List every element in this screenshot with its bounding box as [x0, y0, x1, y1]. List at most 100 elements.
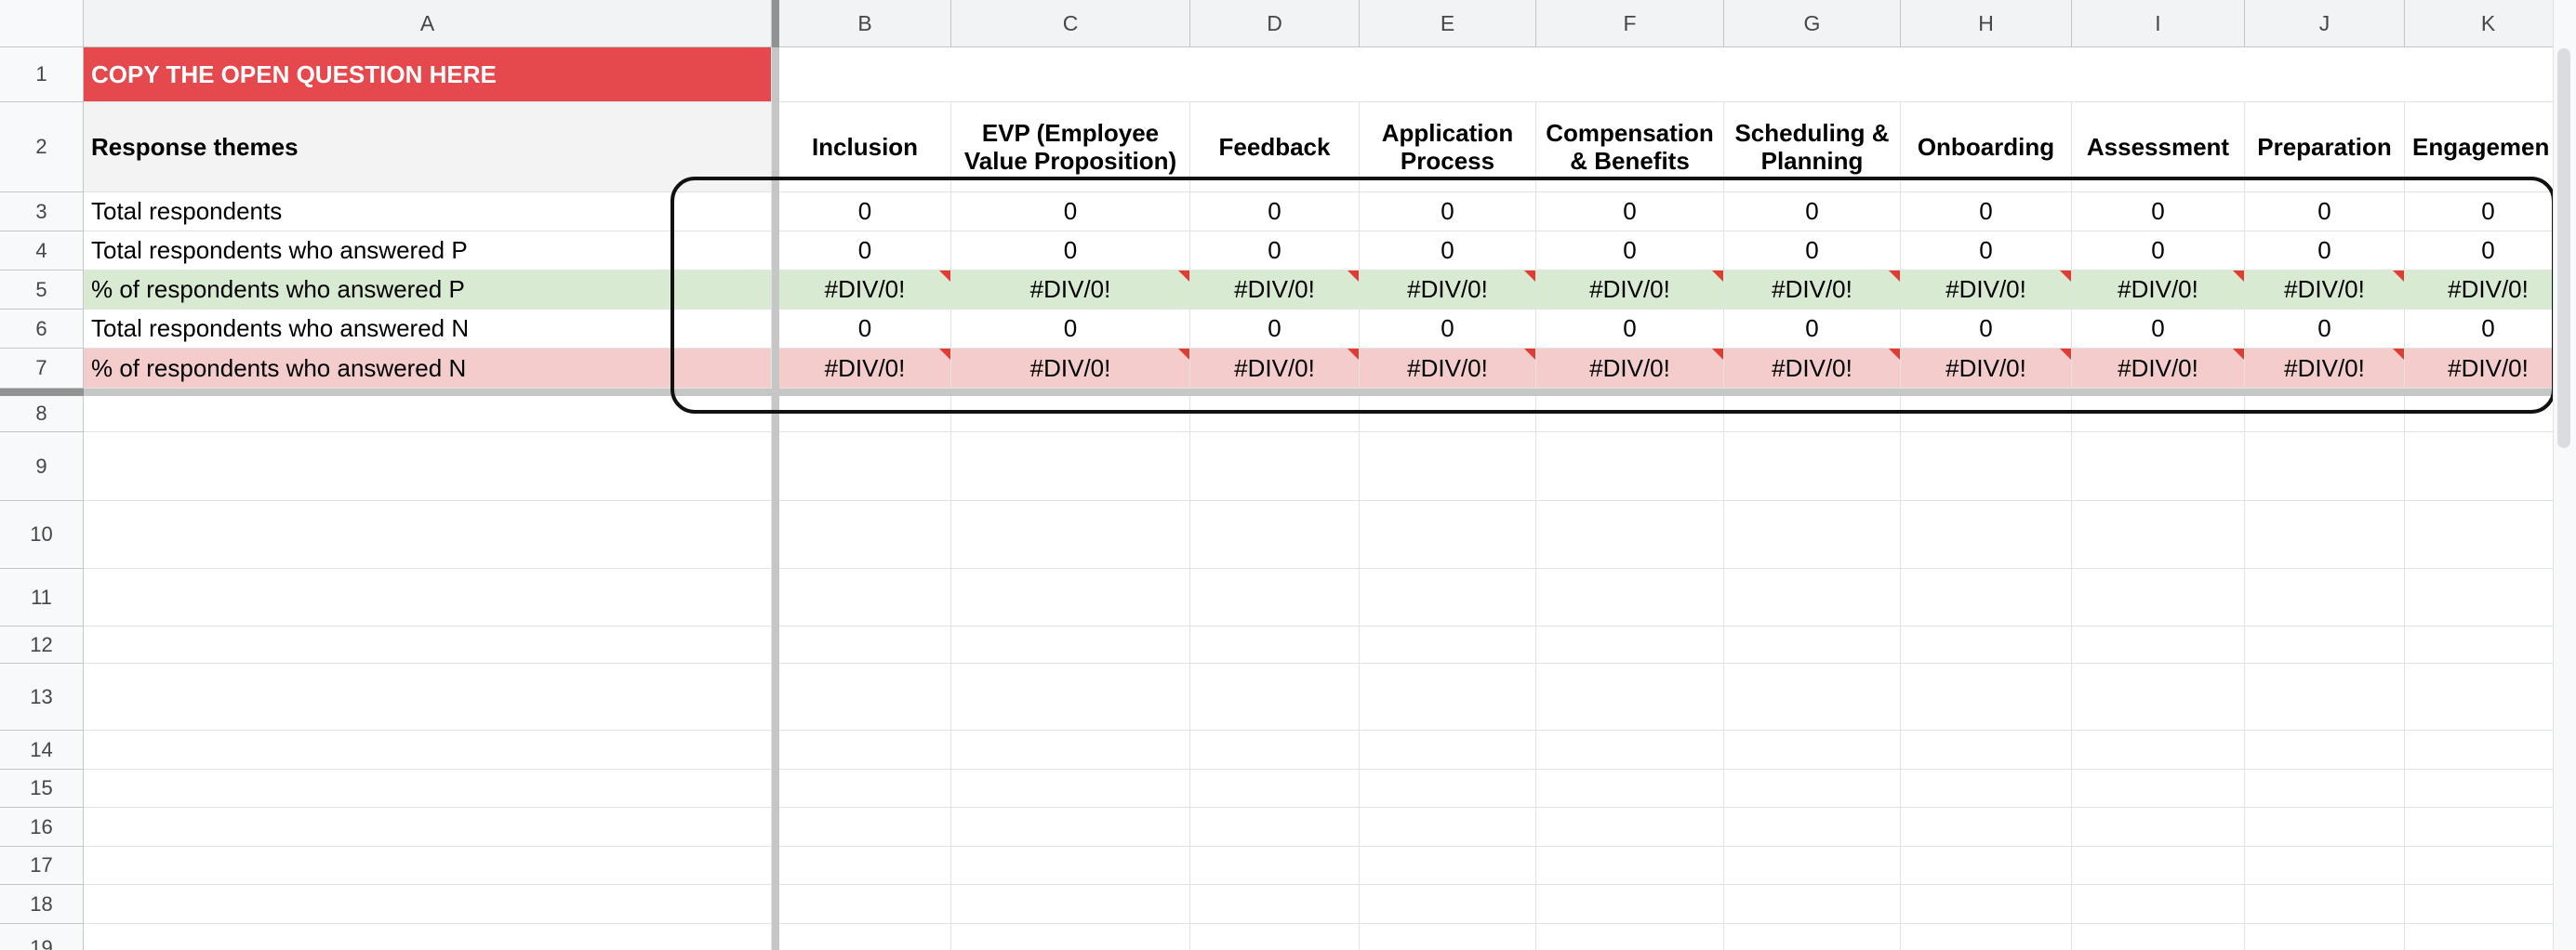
metric-value-cell[interactable]: #DIV/0! — [2072, 270, 2245, 310]
metric-label[interactable]: Total respondents who answered N — [84, 310, 772, 349]
empty-column-cell[interactable] — [2405, 396, 2553, 950]
empty-column-cell[interactable] — [1724, 396, 1901, 950]
error-indicator-icon[interactable] — [939, 270, 950, 282]
row-header-12[interactable]: 12 — [0, 627, 84, 664]
column-header-i[interactable]: I — [2072, 0, 2245, 47]
metric-value-cell[interactable]: #DIV/0! — [1901, 270, 2072, 310]
row-header-7[interactable]: 7 — [0, 349, 84, 389]
column-header-j[interactable]: J — [2245, 0, 2405, 47]
metric-value-cell[interactable]: #DIV/0! — [1901, 349, 2072, 389]
error-indicator-icon[interactable] — [1712, 349, 1723, 360]
metric-label[interactable]: Total respondents who answered P — [84, 231, 772, 270]
column-header-k[interactable]: K — [2405, 0, 2553, 47]
spreadsheet-grid[interactable]: A B C D E F G H I J K 1 2 3 4 5 6 7 8 9 … — [0, 0, 2553, 950]
error-indicator-icon[interactable] — [2060, 270, 2071, 282]
metric-value-cell[interactable]: #DIV/0! — [779, 349, 951, 389]
error-indicator-icon[interactable] — [1889, 349, 1900, 360]
metric-label[interactable]: % of respondents who answered P — [84, 270, 772, 310]
metric-value-cell[interactable]: 0 — [2245, 192, 2405, 231]
metric-value-cell[interactable]: 0 — [2072, 231, 2245, 270]
error-indicator-icon[interactable] — [2060, 349, 2071, 360]
metric-value-cell[interactable]: 0 — [779, 192, 951, 231]
metric-value-cell[interactable]: 0 — [1724, 231, 1901, 270]
error-indicator-icon[interactable] — [1524, 349, 1535, 360]
row-header-5[interactable]: 5 — [0, 270, 84, 310]
column-header-a[interactable]: A — [84, 0, 772, 47]
error-indicator-icon[interactable] — [1348, 349, 1359, 360]
metric-value-cell[interactable]: 0 — [951, 231, 1190, 270]
error-indicator-icon[interactable] — [939, 349, 950, 360]
error-indicator-icon[interactable] — [1889, 270, 1900, 282]
metric-value-cell[interactable]: #DIV/0! — [1724, 349, 1901, 389]
metric-value-cell[interactable]: #DIV/0! — [779, 270, 951, 310]
metric-value-cell[interactable]: 0 — [2072, 310, 2245, 349]
metric-label[interactable]: Total respondents — [84, 192, 772, 231]
error-indicator-icon[interactable] — [1524, 270, 1535, 282]
theme-header-inclusion[interactable]: Inclusion — [779, 102, 951, 192]
metric-value-cell[interactable]: #DIV/0! — [2072, 349, 2245, 389]
metric-value-cell[interactable]: #DIV/0! — [1190, 349, 1360, 389]
select-all-corner[interactable] — [0, 0, 84, 47]
row-header-3[interactable]: 3 — [0, 192, 84, 231]
theme-header-engagement[interactable]: Engagemen — [2405, 102, 2553, 192]
frozen-row-divider[interactable] — [0, 389, 2553, 396]
row-header-13[interactable]: 13 — [0, 664, 84, 731]
metric-value-cell[interactable]: 0 — [2245, 310, 2405, 349]
metric-value-cell[interactable]: #DIV/0! — [1190, 270, 1360, 310]
theme-header-evp[interactable]: EVP (Employee Value Proposition) — [951, 102, 1190, 192]
metric-value-cell[interactable]: 0 — [1901, 192, 2072, 231]
row-header-16[interactable]: 16 — [0, 808, 84, 847]
row-header-11[interactable]: 11 — [0, 569, 84, 627]
metric-value-cell[interactable]: #DIV/0! — [951, 349, 1190, 389]
error-indicator-icon[interactable] — [1348, 270, 1359, 282]
metric-value-cell[interactable]: #DIV/0! — [1536, 349, 1724, 389]
column-header-c[interactable]: C — [951, 0, 1190, 47]
metric-value-cell[interactable]: 0 — [1190, 231, 1360, 270]
metric-value-cell[interactable]: 0 — [1360, 231, 1536, 270]
error-indicator-icon[interactable] — [1178, 349, 1189, 360]
row-header-8[interactable]: 8 — [0, 396, 84, 432]
row-1-empty-cells[interactable] — [779, 47, 2553, 102]
empty-column-cell[interactable] — [1190, 396, 1360, 950]
row-header-9[interactable]: 9 — [0, 432, 84, 501]
frozen-row-handle[interactable] — [0, 389, 84, 396]
empty-column-cell[interactable] — [951, 396, 1190, 950]
metric-value-cell[interactable]: 0 — [1901, 310, 2072, 349]
row-header-14[interactable]: 14 — [0, 731, 84, 770]
error-indicator-icon[interactable] — [2393, 270, 2404, 282]
row-header-17[interactable]: 17 — [0, 847, 84, 885]
theme-header-onboarding[interactable]: Onboarding — [1901, 102, 2072, 192]
frozen-column-divider[interactable] — [772, 0, 779, 950]
theme-header-assessment[interactable]: Assessment — [2072, 102, 2245, 192]
row-header-18[interactable]: 18 — [0, 885, 84, 924]
error-indicator-icon[interactable] — [2393, 349, 2404, 360]
metric-value-cell[interactable]: 0 — [779, 310, 951, 349]
question-title-cell[interactable]: COPY THE OPEN QUESTION HERE — [84, 47, 772, 102]
empty-column-cell[interactable] — [1536, 396, 1724, 950]
metric-value-cell[interactable]: 0 — [2245, 231, 2405, 270]
metric-value-cell[interactable]: #DIV/0! — [1724, 270, 1901, 310]
error-indicator-icon[interactable] — [1712, 270, 1723, 282]
metric-value-cell[interactable]: #DIV/0! — [2405, 270, 2553, 310]
column-header-d[interactable]: D — [1190, 0, 1360, 47]
row-header-4[interactable]: 4 — [0, 231, 84, 270]
metric-value-cell[interactable]: 0 — [1536, 192, 1724, 231]
column-header-f[interactable]: F — [1536, 0, 1724, 47]
theme-header-application-process[interactable]: Application Process — [1360, 102, 1536, 192]
metric-value-cell[interactable]: #DIV/0! — [1536, 270, 1724, 310]
empty-column-cell[interactable] — [2245, 396, 2405, 950]
metric-value-cell[interactable]: #DIV/0! — [2245, 270, 2405, 310]
empty-column-cell[interactable] — [1901, 396, 2072, 950]
row-header-19[interactable]: 19 — [0, 924, 84, 950]
error-indicator-icon[interactable] — [2233, 349, 2244, 360]
metric-label[interactable]: % of respondents who answered N — [84, 349, 772, 389]
row-header-1[interactable]: 1 — [0, 47, 84, 102]
metric-value-cell[interactable]: 0 — [779, 231, 951, 270]
metric-value-cell[interactable]: #DIV/0! — [951, 270, 1190, 310]
metric-value-cell[interactable]: 0 — [2405, 192, 2553, 231]
metric-value-cell[interactable]: 0 — [951, 310, 1190, 349]
empty-column-cell[interactable] — [2072, 396, 2245, 950]
metric-value-cell[interactable]: 0 — [1536, 310, 1724, 349]
row-header-2[interactable]: 2 — [0, 102, 84, 192]
empty-column-cell[interactable] — [1360, 396, 1536, 950]
